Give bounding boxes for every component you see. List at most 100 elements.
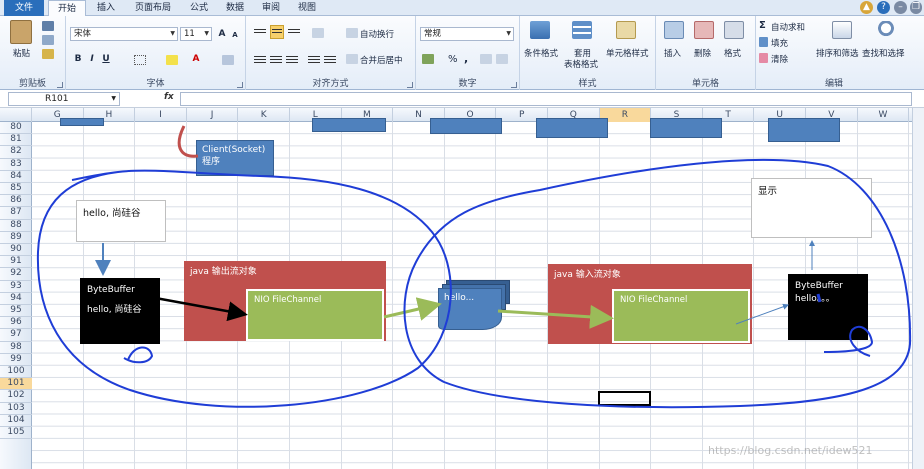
cell-styles-label[interactable]: 单元格样式 [606, 47, 649, 59]
bold-button[interactable]: B [72, 53, 84, 65]
format-as-table-icon[interactable] [572, 21, 592, 39]
row-header[interactable]: 100 [0, 366, 32, 379]
find-select-label[interactable]: 查找和选择 [862, 47, 905, 59]
row-header[interactable]: 94 [0, 293, 32, 305]
tab-data[interactable]: 数据 [218, 0, 252, 16]
font-color-icon[interactable]: A [190, 53, 202, 65]
format-as-table-label-2[interactable]: 表格格式 [564, 58, 598, 70]
number-launcher-icon[interactable] [511, 82, 517, 88]
active-cell-outline[interactable] [598, 391, 651, 406]
fill-label[interactable]: 填充 [771, 37, 788, 49]
tab-home[interactable]: 开始 [48, 0, 86, 17]
sort-filter-icon[interactable] [832, 21, 852, 39]
row-header[interactable]: 104 [0, 415, 32, 427]
copy-icon[interactable] [42, 35, 54, 45]
row-header[interactable]: 88 [0, 220, 32, 232]
row-header[interactable]: 99 [0, 354, 32, 366]
find-select-icon[interactable] [878, 21, 898, 39]
row-header[interactable]: 86 [0, 195, 32, 208]
shape-partial-1[interactable] [60, 118, 104, 126]
alignment-launcher-icon[interactable] [407, 82, 413, 88]
merge-center-label[interactable]: 合并后居中 [360, 54, 403, 66]
window-restore-icon[interactable]: ❐ [910, 1, 922, 14]
merge-center-icon[interactable] [346, 54, 358, 64]
row-header[interactable]: 98 [0, 342, 32, 354]
tab-review[interactable]: 审阅 [254, 0, 288, 16]
align-right-icon[interactable] [286, 54, 298, 64]
fill-icon[interactable] [759, 37, 768, 47]
italic-button[interactable]: I [86, 53, 98, 65]
bytebuffer-left[interactable]: ByteBuffer hello, 尚硅谷 [80, 278, 160, 344]
row-header[interactable]: 92 [0, 268, 32, 281]
vertical-scrollbar[interactable] [912, 108, 924, 469]
align-center-icon[interactable] [270, 54, 282, 64]
window-minimize-icon[interactable]: – [894, 1, 907, 14]
currency-icon[interactable] [422, 54, 434, 64]
tab-view[interactable]: 视图 [290, 0, 324, 16]
font-launcher-icon[interactable] [237, 82, 243, 88]
align-top-icon[interactable] [254, 27, 266, 37]
format-cells-label[interactable]: 格式 [724, 47, 741, 59]
display-box[interactable]: 显示 [751, 178, 872, 238]
shape-partial-2[interactable] [312, 118, 386, 132]
font-name-select[interactable]: 宋体 ▼ [70, 27, 178, 41]
autosum-label[interactable]: 自动求和 [771, 21, 805, 33]
percent-button[interactable]: % [448, 54, 458, 65]
align-bottom-icon[interactable] [288, 27, 300, 37]
row-header[interactable]: 93 [0, 281, 32, 293]
conditional-format-label[interactable]: 条件格式 [524, 47, 558, 59]
comma-button[interactable]: , [464, 52, 468, 65]
font-size-select[interactable]: 11 ▼ [180, 27, 212, 41]
shape-partial-5[interactable] [650, 118, 722, 138]
row-header[interactable]: 87 [0, 207, 32, 220]
minimize-ribbon-icon[interactable]: ▲ [860, 1, 873, 14]
format-cells-icon[interactable] [724, 21, 744, 39]
delete-cells-icon[interactable] [694, 21, 714, 39]
conditional-format-icon[interactable] [530, 21, 550, 39]
client-socket-shape[interactable]: Client(Socket) 程序 [196, 140, 274, 176]
bytebuffer-right[interactable]: ByteBuffer hello。。。 [788, 274, 868, 340]
row-header[interactable]: 101 [0, 378, 32, 391]
row-header[interactable]: 96 [0, 317, 32, 330]
row-header[interactable]: 80 [0, 122, 32, 135]
grow-font-icon[interactable]: A [216, 28, 228, 40]
row-header[interactable]: 83 [0, 159, 32, 171]
cell-styles-icon[interactable] [616, 21, 636, 39]
row-header[interactable]: 84 [0, 171, 32, 183]
decrease-decimal-icon[interactable] [496, 54, 508, 64]
clear-label[interactable]: 清除 [771, 53, 788, 65]
wrap-text-icon[interactable] [346, 28, 358, 38]
fill-color-icon[interactable] [166, 55, 178, 65]
row-header[interactable]: 105 [0, 427, 32, 440]
column-header[interactable]: I [135, 108, 187, 122]
row-header[interactable]: 97 [0, 329, 32, 342]
column-header[interactable]: K [238, 108, 290, 122]
decrease-indent-icon[interactable] [308, 54, 320, 64]
number-format-select[interactable]: 常规 ▼ [420, 27, 514, 41]
tab-formulas[interactable]: 公式 [182, 0, 216, 16]
column-header[interactable]: W [858, 108, 910, 122]
column-header[interactable]: J [187, 108, 239, 122]
file-document-shape[interactable]: hello... [438, 288, 502, 330]
row-header[interactable]: 81 [0, 134, 32, 147]
tab-file[interactable]: 文件 [4, 0, 44, 16]
shape-partial-4[interactable] [536, 118, 608, 138]
nio-channel-left[interactable]: NIO FileChannel [246, 289, 384, 341]
underline-button[interactable]: U [100, 53, 112, 65]
insert-cells-icon[interactable] [664, 21, 684, 39]
border-icon[interactable] [134, 55, 146, 65]
row-header[interactable]: 85 [0, 183, 32, 196]
clear-icon[interactable] [759, 53, 768, 63]
format-painter-icon[interactable] [42, 49, 54, 59]
row-header[interactable]: 102 [0, 390, 32, 403]
shrink-font-icon[interactable]: A [229, 29, 241, 41]
paste-icon[interactable] [10, 20, 32, 44]
row-header[interactable]: 103 [0, 403, 32, 415]
select-all-corner[interactable] [0, 108, 32, 122]
formula-input[interactable] [180, 92, 912, 106]
tab-page-layout[interactable]: 页面布局 [126, 0, 180, 16]
row-header[interactable]: 90 [0, 244, 32, 257]
sort-filter-label[interactable]: 排序和筛选 [816, 47, 859, 59]
hello-text-box[interactable]: hello, 尚硅谷 [76, 200, 166, 242]
nio-channel-right[interactable]: NIO FileChannel [612, 289, 750, 343]
